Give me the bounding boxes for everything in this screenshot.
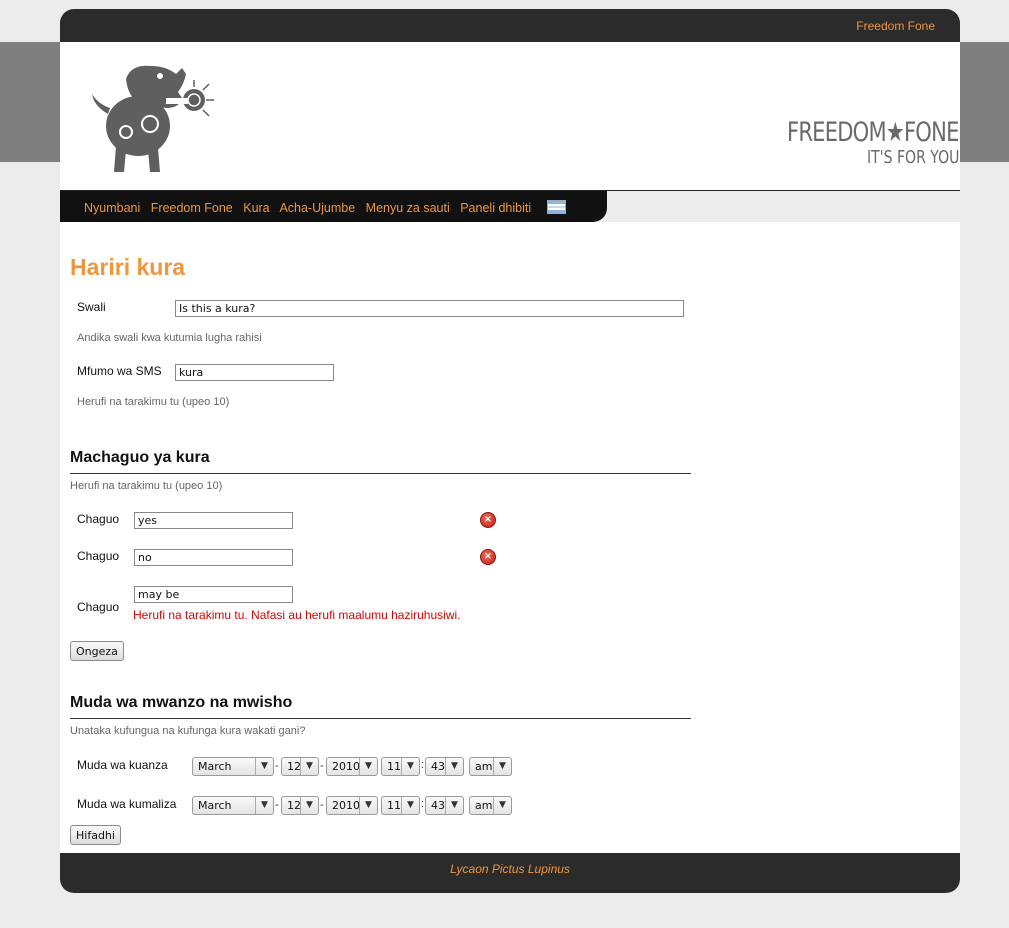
start-ampm-select[interactable]: am ▼ bbox=[469, 757, 512, 776]
footer: Lycaon Pictus Lupinus bbox=[60, 853, 960, 893]
main-content: Hariri kura Swali Andika swali kwa kutum… bbox=[60, 222, 960, 853]
choice-error-message: Herufi na tarakimu tu. Nafasi au herufi … bbox=[133, 608, 461, 622]
end-ampm-select[interactable]: am ▼ bbox=[469, 796, 512, 815]
chevron-down-icon: ▼ bbox=[300, 797, 318, 814]
choice-label: Chaguo bbox=[77, 600, 120, 614]
question-label: Swali bbox=[77, 300, 106, 314]
choice-input-2[interactable] bbox=[134, 549, 293, 566]
sms-label: Mfumo wa SMS bbox=[77, 364, 162, 378]
choices-section-title: Machaguo ya kura bbox=[70, 449, 210, 466]
end-month-select[interactable]: March ▼ bbox=[192, 796, 274, 815]
choice-input-3[interactable] bbox=[134, 586, 293, 603]
page-container: Freedom Fone FREEDOM★FONE IT'S FOR YOU N… bbox=[60, 9, 960, 893]
start-hour-select[interactable]: 11 ▼ bbox=[381, 757, 420, 776]
choices-hint: Herufi na tarakimu tu (upeo 10) bbox=[70, 480, 223, 492]
schedule-section-title: Muda wa mwanzo na mwisho bbox=[70, 694, 293, 711]
brand-title: FREEDOM★FONE bbox=[787, 117, 959, 148]
nav-item-voice-menus[interactable]: Menyu za sauti bbox=[366, 201, 450, 215]
delete-choice-icon[interactable]: × bbox=[480, 512, 496, 528]
start-minute-select[interactable]: 43 ▼ bbox=[425, 757, 464, 776]
section-divider bbox=[70, 718, 691, 719]
dog-logo-icon bbox=[92, 65, 214, 172]
start-time-label: Muda wa kuanza bbox=[77, 758, 168, 772]
end-minute-select[interactable]: 43 ▼ bbox=[425, 796, 464, 815]
header: FREEDOM★FONE IT'S FOR YOU bbox=[60, 42, 960, 191]
schedule-hint: Unataka kufungua na kufunga kura wakati … bbox=[70, 725, 306, 737]
chevron-down-icon: ▼ bbox=[493, 758, 511, 775]
choice-input-1[interactable] bbox=[134, 512, 293, 529]
choice-label: Chaguo bbox=[77, 549, 120, 563]
top-link-freedom-fone[interactable]: Freedom Fone bbox=[856, 19, 935, 33]
start-year-select[interactable]: 2010 ▼ bbox=[326, 757, 378, 776]
question-hint: Andika swali kwa kutumia lugha rahisi bbox=[77, 332, 262, 344]
footer-text: Lycaon Pictus Lupinus bbox=[450, 862, 570, 876]
section-divider bbox=[70, 473, 691, 474]
brand-logo: FREEDOM★FONE IT'S FOR YOU bbox=[787, 117, 959, 168]
chevron-down-icon: ▼ bbox=[300, 758, 318, 775]
nav-item-polls[interactable]: Kura bbox=[243, 201, 269, 215]
chevron-down-icon: ▼ bbox=[493, 797, 511, 814]
chevron-down-icon: ▼ bbox=[359, 758, 377, 775]
chevron-down-icon: ▼ bbox=[445, 797, 463, 814]
nav-item-leave-message[interactable]: Acha-Ujumbe bbox=[279, 201, 355, 215]
chevron-down-icon: ▼ bbox=[255, 797, 273, 814]
end-year-select[interactable]: 2010 ▼ bbox=[326, 796, 378, 815]
nav-item-home[interactable]: Nyumbani bbox=[84, 201, 140, 215]
brand-tagline: IT'S FOR YOU bbox=[867, 147, 960, 168]
main-nav: Nyumbani Freedom Fone Kura Acha-Ujumbe M… bbox=[60, 191, 607, 222]
nav-item-control-panel[interactable]: Paneli dhibiti bbox=[460, 201, 531, 215]
end-day-select[interactable]: 12 ▼ bbox=[281, 796, 319, 815]
start-day-select[interactable]: 12 ▼ bbox=[281, 757, 319, 776]
page-title: Hariri kura bbox=[70, 254, 186, 280]
nav-item-freedom-fone[interactable]: Freedom Fone bbox=[151, 201, 233, 215]
chevron-down-icon: ▼ bbox=[401, 797, 419, 814]
end-time-label: Muda wa kumaliza bbox=[77, 797, 177, 811]
choice-label: Chaguo bbox=[77, 512, 120, 526]
top-bar: Freedom Fone bbox=[60, 9, 960, 42]
end-hour-select[interactable]: 11 ▼ bbox=[381, 796, 420, 815]
save-button[interactable]: Hifadhi bbox=[70, 825, 121, 845]
start-month-select[interactable]: March ▼ bbox=[192, 757, 274, 776]
chevron-down-icon: ▼ bbox=[401, 758, 419, 775]
chevron-down-icon: ▼ bbox=[445, 758, 463, 775]
delete-choice-icon[interactable]: × bbox=[480, 549, 496, 565]
question-input[interactable] bbox=[175, 300, 684, 317]
sms-hint: Herufi na tarakimu tu (upeo 10) bbox=[77, 396, 230, 408]
language-flag-icon[interactable] bbox=[546, 200, 566, 214]
add-choice-button[interactable]: Ongeza bbox=[70, 641, 124, 661]
sms-keyword-input[interactable] bbox=[175, 364, 334, 381]
chevron-down-icon: ▼ bbox=[255, 758, 273, 775]
chevron-down-icon: ▼ bbox=[359, 797, 377, 814]
